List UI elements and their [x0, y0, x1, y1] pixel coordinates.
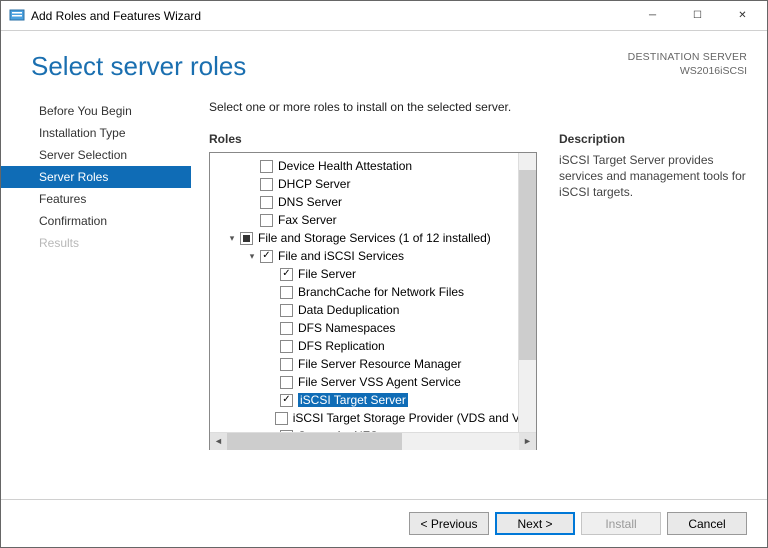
tree-node-label[interactable]: File Server Resource Manager	[298, 357, 461, 371]
description-header: Description	[559, 132, 747, 146]
checkbox[interactable]	[275, 412, 288, 425]
collapse-icon[interactable]: ▾	[226, 232, 238, 244]
tree-node-label[interactable]: DHCP Server	[278, 177, 350, 191]
tree-node-label[interactable]: iSCSI Target Storage Provider (VDS and V…	[293, 411, 536, 425]
tree-node-label[interactable]: Device Health Attestation	[278, 159, 412, 173]
tree-spacer	[266, 412, 273, 424]
tree-node-label[interactable]: DFS Replication	[298, 339, 385, 353]
checkbox[interactable]	[260, 196, 273, 209]
checkbox[interactable]	[280, 376, 293, 389]
tree-node[interactable]: BranchCache for Network Files	[214, 283, 536, 301]
tree-node[interactable]: Data Deduplication	[214, 301, 536, 319]
tree-node-label[interactable]: Fax Server	[278, 213, 337, 227]
vertical-scrollbar-thumb[interactable]	[519, 170, 536, 360]
tree-spacer	[266, 268, 278, 280]
scroll-left-icon[interactable]: ◄	[210, 433, 227, 450]
app-icon	[9, 8, 25, 24]
nav-item-server-roles[interactable]: Server Roles	[1, 166, 191, 188]
tree-node-label[interactable]: iSCSI Target Server	[298, 393, 408, 407]
tree-spacer	[246, 214, 258, 226]
checkbox[interactable]	[280, 304, 293, 317]
destination-label: DESTINATION SERVER	[628, 51, 747, 65]
checkbox[interactable]	[280, 322, 293, 335]
tree-spacer	[266, 304, 278, 316]
wizard-nav: Before You BeginInstallation TypeServer …	[1, 92, 191, 462]
tree-node[interactable]: ▾ File and iSCSI Services	[214, 247, 536, 265]
tree-spacer	[246, 160, 258, 172]
nav-item-results: Results	[1, 232, 191, 254]
tree-node[interactable]: iSCSI Target Storage Provider (VDS and V…	[214, 409, 536, 427]
checkbox[interactable]	[280, 394, 293, 407]
next-button[interactable]: Next >	[495, 512, 575, 535]
nav-item-installation-type[interactable]: Installation Type	[1, 122, 191, 144]
tree-node-label[interactable]: Data Deduplication	[298, 303, 399, 317]
tree-node[interactable]: Device Health Attestation	[214, 157, 536, 175]
checkbox[interactable]	[260, 250, 273, 263]
tree-spacer	[266, 322, 278, 334]
nav-item-before-you-begin[interactable]: Before You Begin	[1, 100, 191, 122]
checkbox[interactable]	[280, 286, 293, 299]
horizontal-scrollbar[interactable]: ◄ ►	[210, 432, 536, 449]
collapse-icon[interactable]: ▾	[246, 250, 258, 262]
nav-item-features[interactable]: Features	[1, 188, 191, 210]
window-controls: ─ ☐ ✕	[630, 2, 765, 30]
tree-spacer	[266, 286, 278, 298]
tree-node[interactable]: DFS Replication	[214, 337, 536, 355]
tree-node-label[interactable]: BranchCache for Network Files	[298, 285, 464, 299]
tree-node[interactable]: DHCP Server	[214, 175, 536, 193]
roles-header: Roles	[209, 132, 537, 146]
tree-spacer	[266, 376, 278, 388]
tree-node-label[interactable]: File and Storage Services (1 of 12 insta…	[258, 231, 491, 245]
instruction-text: Select one or more roles to install on t…	[209, 100, 747, 114]
destination-value: WS2016iSCSI	[628, 65, 747, 79]
window-title: Add Roles and Features Wizard	[31, 9, 201, 23]
nav-item-confirmation[interactable]: Confirmation	[1, 210, 191, 232]
checkbox[interactable]	[280, 358, 293, 371]
tree-spacer	[266, 340, 278, 352]
checkbox[interactable]	[260, 178, 273, 191]
tree-spacer	[246, 196, 258, 208]
tree-node-label[interactable]: File Server	[298, 267, 356, 281]
roles-tree[interactable]: Device Health Attestation DHCP Server DNS …	[209, 152, 537, 450]
previous-button[interactable]: < Previous	[409, 512, 489, 535]
tree-node[interactable]: File Server Resource Manager	[214, 355, 536, 373]
scroll-right-icon[interactable]: ►	[519, 433, 536, 450]
tree-spacer	[266, 394, 278, 406]
horizontal-scrollbar-thumb[interactable]	[227, 433, 402, 450]
tree-node[interactable]: ▾ File and Storage Services (1 of 12 inst…	[214, 229, 536, 247]
tree-node-label[interactable]: File and iSCSI Services	[278, 249, 404, 263]
checkbox[interactable]	[240, 232, 253, 245]
checkbox[interactable]	[260, 160, 273, 173]
nav-item-server-selection[interactable]: Server Selection	[1, 144, 191, 166]
tree-node[interactable]: DNS Server	[214, 193, 536, 211]
tree-spacer	[266, 358, 278, 370]
tree-node[interactable]: File Server VSS Agent Service	[214, 373, 536, 391]
destination-server-block: DESTINATION SERVER WS2016iSCSI	[628, 51, 747, 78]
page-title: Select server roles	[31, 51, 246, 82]
maximize-button[interactable]: ☐	[675, 2, 720, 30]
tree-node-label[interactable]: DFS Namespaces	[298, 321, 395, 335]
title-bar: Add Roles and Features Wizard ─ ☐ ✕	[1, 1, 767, 31]
tree-node-label[interactable]: File Server VSS Agent Service	[298, 375, 461, 389]
tree-node[interactable]: iSCSI Target Server	[214, 391, 536, 409]
tree-spacer	[246, 178, 258, 190]
checkbox[interactable]	[280, 340, 293, 353]
wizard-footer: < Previous Next > Install Cancel	[1, 499, 767, 547]
tree-node-label[interactable]: DNS Server	[278, 195, 342, 209]
tree-node[interactable]: Fax Server	[214, 211, 536, 229]
tree-node[interactable]: DFS Namespaces	[214, 319, 536, 337]
description-text: iSCSI Target Server provides services an…	[559, 152, 747, 201]
cancel-button[interactable]: Cancel	[667, 512, 747, 535]
install-button[interactable]: Install	[581, 512, 661, 535]
close-button[interactable]: ✕	[720, 2, 765, 30]
minimize-button[interactable]: ─	[630, 2, 675, 30]
checkbox[interactable]	[260, 214, 273, 227]
checkbox[interactable]	[280, 268, 293, 281]
tree-node[interactable]: File Server	[214, 265, 536, 283]
